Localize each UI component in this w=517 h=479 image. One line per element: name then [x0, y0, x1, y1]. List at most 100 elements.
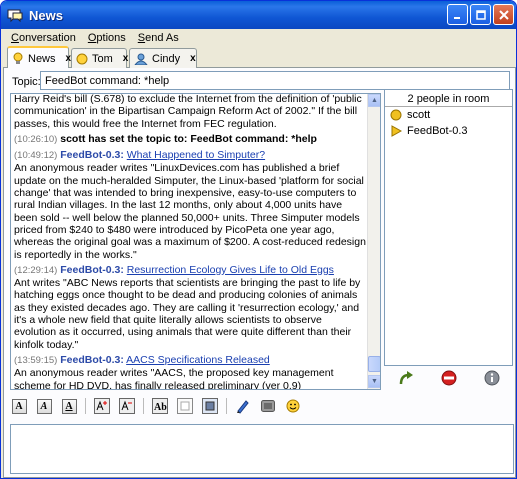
- insert-link-button[interactable]: [234, 398, 252, 415]
- message-text: Ant writes "ABC News reports that scient…: [14, 277, 361, 351]
- svg-text:Ab: Ab: [154, 402, 167, 413]
- message-sender: FeedBot-0.3:: [60, 149, 124, 162]
- message-header: (12:29:14) FeedBot-0.3: Resurrection Eco…: [14, 264, 366, 277]
- menu-send-as[interactable]: Send As: [132, 32, 185, 44]
- underline-button[interactable]: A: [60, 398, 78, 415]
- block-user-button[interactable]: [440, 369, 458, 387]
- person-name: FeedBot-0.3: [407, 125, 468, 137]
- person-item[interactable]: FeedBot-0.3: [385, 123, 512, 139]
- menu-options[interactable]: Options: [82, 32, 132, 44]
- menu-send-as-accel: S: [137, 31, 146, 44]
- font-face-button[interactable]: Ab: [151, 398, 169, 415]
- chat-scrollbar[interactable]: ▲ ▼: [367, 94, 380, 389]
- system-message-text: scott has set the topic to: FeedBot comm…: [60, 132, 317, 145]
- message-timestamp: (12:29:14): [14, 264, 58, 276]
- close-icon: [498, 9, 509, 20]
- user-info-button[interactable]: [483, 369, 501, 387]
- system-message: (10:26:10) scott has set the topic to: F…: [14, 133, 366, 146]
- message-sender: FeedBot-0.3:: [60, 263, 124, 276]
- text-color-icon: [177, 398, 193, 414]
- tab-cindy-close-icon[interactable]: x: [190, 53, 196, 64]
- tab-content: Topic: Harry Reid's bill (S.678) to excl…: [3, 68, 516, 478]
- tab-tom[interactable]: Tom x: [71, 48, 129, 68]
- menu-conversation-label: onversation: [18, 31, 76, 44]
- close-button[interactable]: [493, 4, 514, 25]
- info-icon: [484, 370, 499, 386]
- topic-input[interactable]: [40, 71, 510, 90]
- user-icon: [76, 52, 88, 66]
- scroll-thumb[interactable]: [368, 356, 380, 372]
- curved-arrow-icon: [399, 371, 413, 385]
- chat-room-icon: [12, 52, 24, 66]
- foreground-color-button[interactable]: [176, 398, 194, 415]
- message-header: (13:59:15) FeedBot-0.3: AACS Specificati…: [14, 354, 366, 367]
- people-count: 2 people in room: [385, 90, 512, 107]
- people-list: 2 people in room scott FeedBot-0.3: [384, 89, 513, 366]
- chat-app-icon: [7, 9, 23, 23]
- tab-tom-label: Tom: [92, 52, 113, 65]
- pen-icon: [237, 400, 249, 414]
- insert-image-button[interactable]: [259, 398, 277, 415]
- chevron-up-icon: ▲: [371, 97, 378, 104]
- toolbar-separator: [226, 398, 227, 414]
- maximize-icon: [475, 9, 486, 20]
- font-face-icon: Ab: [152, 398, 168, 414]
- people-actions: [384, 366, 513, 390]
- message-text: An anonymous reader writes "LinuxDevices…: [14, 162, 366, 261]
- message-header: (10:49:12) FeedBot-0.3: What Happened to…: [14, 149, 366, 162]
- minimize-icon: [453, 16, 460, 19]
- topic-label: Topic:: [12, 76, 41, 88]
- chat-window: News Conversation Options Send As News x: [0, 0, 517, 479]
- message-input[interactable]: [10, 424, 514, 474]
- message-link[interactable]: What Happened to Simputer?: [127, 149, 265, 161]
- person-name: scott: [407, 109, 431, 121]
- block-icon: [441, 370, 456, 386]
- menu-bar: Conversation Options Send As: [1, 29, 516, 46]
- background-color-icon: [202, 398, 218, 414]
- person-item[interactable]: scott: [385, 107, 512, 123]
- menu-options-label: ptions: [96, 31, 126, 44]
- background-color-button[interactable]: [201, 398, 219, 415]
- message-user-button[interactable]: [397, 369, 415, 387]
- message-timestamp: (13:59:15): [14, 354, 58, 366]
- message-timestamp: (10:26:10): [14, 133, 58, 145]
- message-link[interactable]: AACS Specifications Released: [126, 354, 270, 366]
- tab-news-label: News: [28, 52, 56, 65]
- user-icon: [134, 52, 148, 66]
- toolbar-separator: [143, 398, 144, 414]
- maximize-button[interactable]: [470, 4, 491, 25]
- format-toolbar: A A A Ab: [10, 396, 510, 416]
- tab-news[interactable]: News x: [7, 46, 71, 69]
- menu-conversation-accel: C: [11, 31, 19, 44]
- tab-cindy[interactable]: Cindy x: [129, 48, 197, 68]
- chat-log[interactable]: Harry Reid's bill (S.678) to exclude the…: [10, 93, 381, 390]
- chevron-down-icon: ▼: [371, 378, 378, 385]
- text-smaller-icon: [119, 398, 135, 414]
- play-arrow-icon: [389, 125, 403, 137]
- italic-icon: A: [36, 398, 52, 414]
- italic-button[interactable]: A: [35, 398, 53, 415]
- text-larger-icon: [94, 398, 110, 414]
- larger-text-button[interactable]: [93, 398, 111, 415]
- menu-send-as-label: end As: [145, 31, 179, 44]
- tab-cindy-label: Cindy: [152, 52, 181, 65]
- insert-smiley-button[interactable]: [284, 398, 302, 415]
- underline-icon: A: [61, 398, 77, 414]
- image-icon: [261, 400, 275, 412]
- smiley-icon: [286, 399, 300, 413]
- message-timestamp: (10:49:12): [14, 150, 58, 162]
- scroll-down-button[interactable]: ▼: [368, 375, 380, 388]
- minimize-button[interactable]: [447, 4, 468, 25]
- bold-button[interactable]: A: [10, 398, 28, 415]
- window-title: News: [29, 7, 63, 23]
- tab-tom-close-icon[interactable]: x: [123, 53, 129, 64]
- smaller-text-button[interactable]: [118, 398, 136, 415]
- message-text: An anonymous reader writes "AACS, the pr…: [14, 367, 334, 390]
- message-text: Harry Reid's bill (S.678) to exclude the…: [14, 93, 362, 130]
- user-status-icon: [389, 109, 403, 121]
- title-bar[interactable]: News: [1, 1, 516, 29]
- menu-conversation[interactable]: Conversation: [5, 32, 82, 44]
- message-link[interactable]: Resurrection Ecology Gives Life to Old E…: [127, 264, 334, 276]
- toolbar-separator: [85, 398, 86, 414]
- scroll-up-button[interactable]: ▲: [368, 94, 380, 107]
